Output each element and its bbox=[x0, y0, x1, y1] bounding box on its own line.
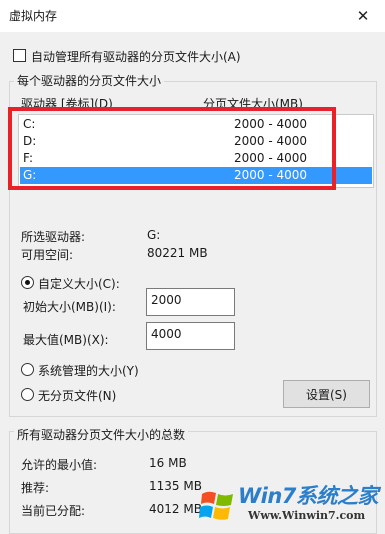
title-bar: 虚拟内存 ✕ bbox=[0, 0, 385, 32]
free-space-label: 可用空间: bbox=[21, 248, 74, 262]
max-size-label: 最大值(MB)(X): bbox=[23, 333, 109, 347]
paging-size: 2000 - 4000 bbox=[234, 134, 308, 148]
watermark-brand: Win7系统之家 bbox=[238, 484, 378, 508]
free-space-value: 80221 MB bbox=[147, 246, 208, 260]
paging-size: 2000 - 4000 bbox=[234, 117, 308, 131]
window-title: 虚拟内存 bbox=[9, 9, 58, 23]
drive-row-f[interactable]: F: 2000 - 4000 bbox=[20, 150, 372, 167]
drive-row-g[interactable]: G: 2000 - 4000 bbox=[20, 167, 372, 184]
initial-size-input[interactable]: 2000 bbox=[146, 288, 235, 316]
custom-size-radio[interactable] bbox=[21, 276, 34, 289]
size-column-header: 分页文件大小(MB) bbox=[203, 97, 303, 111]
recommended-value: 1135 MB bbox=[149, 479, 202, 493]
system-managed-label[interactable]: 系统管理的大小(Y) bbox=[38, 362, 139, 379]
paging-size: 2000 - 4000 bbox=[234, 168, 308, 182]
initial-size-label: 初始大小(MB)(I): bbox=[23, 300, 116, 314]
no-paging-file-radio[interactable] bbox=[21, 388, 34, 401]
paging-size: 2000 - 4000 bbox=[234, 151, 308, 165]
auto-manage-checkbox[interactable] bbox=[13, 49, 26, 62]
drive-letter: G: bbox=[23, 168, 37, 182]
close-icon: ✕ bbox=[356, 7, 370, 25]
drive-letter: D: bbox=[23, 134, 37, 148]
watermark-url: Www.Winwin7.com bbox=[248, 509, 366, 522]
set-button[interactable]: 设置(S) bbox=[283, 380, 370, 408]
min-allowed-label: 允许的最小值: bbox=[21, 458, 98, 472]
allocated-value: 4012 MB bbox=[149, 502, 202, 516]
windows-logo-icon bbox=[199, 491, 233, 520]
auto-manage-label[interactable]: 自动管理所有驱动器的分页文件大小(A) bbox=[31, 48, 241, 65]
allocated-label: 当前已分配: bbox=[21, 504, 86, 518]
selected-drive-label: 所选驱动器: bbox=[21, 230, 86, 244]
no-paging-file-label[interactable]: 无分页文件(N) bbox=[38, 387, 116, 404]
totals-group-title: 所有驱动器分页文件大小的总数 bbox=[14, 426, 189, 443]
drive-row-d[interactable]: D: 2000 - 4000 bbox=[20, 133, 372, 150]
drive-list[interactable]: C: 2000 - 4000 D: 2000 - 4000 F: 2000 - … bbox=[18, 114, 374, 188]
selected-drive-value: G: bbox=[147, 228, 161, 242]
site-watermark: Win7系统之家 Www.Winwin7.com bbox=[196, 478, 385, 534]
drive-letter: C: bbox=[23, 117, 36, 131]
min-allowed-value: 16 MB bbox=[149, 456, 187, 470]
max-size-input[interactable]: 4000 bbox=[146, 322, 235, 350]
recommended-label: 推荐: bbox=[21, 481, 50, 495]
drive-letter: F: bbox=[23, 151, 34, 165]
system-managed-radio[interactable] bbox=[21, 363, 34, 376]
per-drive-group-title: 每个驱动器的分页文件大小 bbox=[14, 72, 165, 89]
drive-column-header: 驱动器 [卷标](D) bbox=[21, 97, 113, 111]
custom-size-label[interactable]: 自定义大小(C): bbox=[38, 275, 120, 292]
close-button[interactable]: ✕ bbox=[341, 0, 385, 32]
drive-row-c[interactable]: C: 2000 - 4000 bbox=[20, 116, 372, 133]
